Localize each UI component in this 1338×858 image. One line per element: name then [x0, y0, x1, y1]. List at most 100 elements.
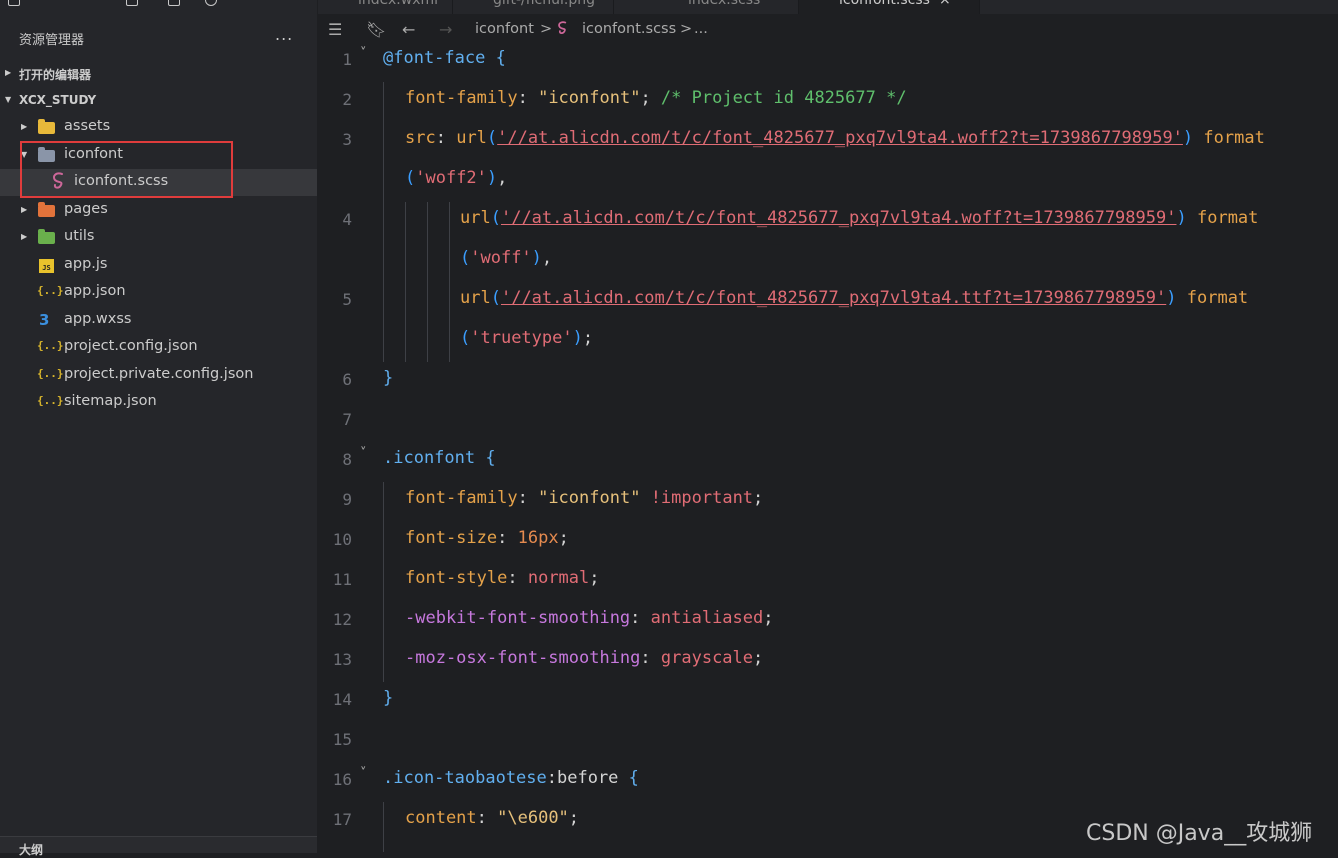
line-number: 13: [332, 650, 352, 669]
breadcrumb-folder[interactable]: iconfont: [475, 21, 534, 37]
chevron-right-icon: ▶: [21, 232, 28, 241]
code-line[interactable]: 16 ˅ .icon-taobaotese:before {: [318, 762, 1338, 802]
line-number: 2: [342, 90, 352, 109]
code-line[interactable]: ('woff2'),: [318, 162, 1338, 202]
folder-yellow-icon: [38, 119, 56, 135]
chevron-right-icon: ▶: [5, 68, 12, 77]
fold-chevron-icon[interactable]: ˅: [360, 446, 367, 461]
open-editors-section[interactable]: ▶ 打开的编辑器: [0, 62, 317, 86]
code-line[interactable]: 1 ˅ @font-face {: [318, 42, 1338, 82]
line-number: 7: [342, 410, 352, 429]
tree-item-app-wxss[interactable]: 3 app.wxss: [0, 307, 317, 334]
line-number: 10: [332, 530, 352, 549]
selector: .iconfont: [383, 448, 476, 468]
property: font-family: [405, 88, 518, 108]
tab-iconfont-scss[interactable]: iconfont.scss ×: [799, 0, 980, 14]
line-number: 9: [342, 490, 352, 509]
code-line[interactable]: ('truetype');: [318, 322, 1338, 362]
tree-item-assets[interactable]: ▶ assets: [0, 114, 317, 141]
function: format: [1186, 288, 1249, 308]
code-line[interactable]: 3 src: url('//at.alicdn.com/t/c/font_482…: [318, 122, 1338, 162]
code-line[interactable]: 4 url('//at.alicdn.com/t/c/font_4825677_…: [318, 202, 1338, 242]
layout-icon[interactable]: [126, 0, 138, 6]
url-string[interactable]: '//at.alicdn.com/t/c/font_4825677_pxq7vl…: [501, 208, 1177, 228]
code-line[interactable]: 12 -webkit-font-smoothing: antialiased;: [318, 602, 1338, 642]
code-line[interactable]: 15: [318, 722, 1338, 762]
tab-index-scss[interactable]: index.scss: [614, 0, 799, 14]
code-line[interactable]: 10 font-size: 16px;: [318, 522, 1338, 562]
tree-item-label: app.js: [64, 256, 108, 272]
back-arrow-icon[interactable]: ←: [402, 20, 415, 39]
tree-item-app-json[interactable]: {..} app.json: [0, 279, 317, 306]
code-line[interactable]: 14 }: [318, 682, 1338, 722]
tree-item-project-config[interactable]: {..} project.config.json: [0, 334, 317, 361]
tree-item-pages[interactable]: ▶ pages: [0, 197, 317, 224]
code-text: ('truetype');: [460, 328, 594, 348]
tree-item-utils[interactable]: ▶ utils: [0, 224, 317, 251]
code-line[interactable]: 6 }: [318, 362, 1338, 402]
line-number: 17: [332, 810, 352, 829]
split-icon[interactable]: [168, 0, 180, 6]
tree-item-project-private-config[interactable]: {..} project.private.config.json: [0, 362, 317, 389]
fold-chevron-icon[interactable]: ˅: [360, 766, 367, 781]
tree-item-label: project.config.json: [64, 338, 198, 354]
brace: }: [383, 688, 394, 708]
project-label: XCX_STUDY: [19, 93, 97, 107]
code-text: url('//at.alicdn.com/t/c/font_4825677_px…: [460, 208, 1259, 228]
sass-icon: [556, 19, 570, 41]
bookmark-icon[interactable]: 🔖︎: [366, 20, 386, 39]
url-string[interactable]: '//at.alicdn.com/t/c/font_4825677_pxq7vl…: [501, 288, 1166, 308]
tree-item-label: project.private.config.json: [64, 366, 254, 382]
code-text: @font-face {: [383, 48, 506, 68]
list-icon[interactable]: ☰: [328, 20, 342, 39]
circle-icon[interactable]: [205, 0, 217, 6]
line-number: 12: [332, 610, 352, 629]
function: url: [460, 288, 491, 308]
code-line[interactable]: 7: [318, 402, 1338, 442]
tree-item-label: sitemap.json: [64, 393, 157, 409]
line-number: 15: [332, 730, 352, 749]
chevron-right-icon: ▶: [21, 205, 28, 214]
new-file-icon[interactable]: [8, 0, 20, 6]
code-text: font-style: normal;: [405, 568, 600, 588]
forward-arrow-icon[interactable]: →: [439, 20, 452, 39]
breadcrumb-file[interactable]: iconfont.scss: [582, 21, 676, 37]
pseudo-element: :before: [546, 768, 619, 788]
tab-png[interactable]: gift-/ficnul.png: [453, 0, 614, 14]
outline-section[interactable]: 大纲: [0, 836, 317, 857]
more-actions-icon[interactable]: ...: [275, 25, 293, 44]
tab-index-wxml[interactable]: index.wxml: [318, 0, 453, 14]
close-icon[interactable]: ×: [939, 0, 951, 8]
outline-label: 大纲: [19, 843, 44, 857]
code-text: -moz-osx-font-smoothing: grayscale;: [405, 648, 764, 668]
code-text: -webkit-font-smoothing: antialiased;: [405, 608, 774, 628]
property: -moz-osx-font-smoothing: [405, 648, 641, 668]
code-line[interactable]: 11 font-style: normal;: [318, 562, 1338, 602]
code-line[interactable]: 9 font-family: "iconfont" !important;: [318, 482, 1338, 522]
string: "iconfont": [538, 488, 641, 508]
breadcrumb-more[interactable]: ...: [694, 21, 708, 37]
code-text: }: [383, 368, 393, 388]
code-text: }: [383, 688, 393, 708]
code-line[interactable]: 5 url('//at.alicdn.com/t/c/font_4825677_…: [318, 282, 1338, 322]
fold-chevron-icon[interactable]: ˅: [360, 46, 367, 61]
code-line[interactable]: 2 font-family: "iconfont"; /* Project id…: [318, 82, 1338, 122]
editor-tab-bar: index.wxml gift-/ficnul.png index.scss i…: [318, 0, 1338, 14]
function: url: [456, 128, 487, 148]
url-string[interactable]: '//at.alicdn.com/t/c/font_4825677_pxq7vl…: [497, 128, 1183, 148]
js-icon: JS: [38, 257, 56, 273]
code-text: .iconfont {: [383, 448, 496, 468]
json-icon: {..}: [37, 339, 64, 352]
string: "iconfont": [538, 88, 641, 108]
tree-item-app-js[interactable]: JS app.js: [0, 252, 317, 279]
code-line[interactable]: 8 ˅ .iconfont {: [318, 442, 1338, 482]
string: 'woff': [470, 248, 532, 268]
tab-label: index.scss: [688, 0, 761, 8]
code-text: content: "\e600";: [405, 808, 580, 828]
code-line[interactable]: ('woff'),: [318, 242, 1338, 282]
project-section[interactable]: ▼ XCX_STUDY: [0, 89, 317, 113]
breadcrumb-separator: >: [680, 21, 693, 37]
tree-item-sitemap[interactable]: {..} sitemap.json: [0, 389, 317, 416]
code-line[interactable]: 13 -moz-osx-font-smoothing: grayscale;: [318, 642, 1338, 682]
value: grayscale: [660, 648, 754, 668]
